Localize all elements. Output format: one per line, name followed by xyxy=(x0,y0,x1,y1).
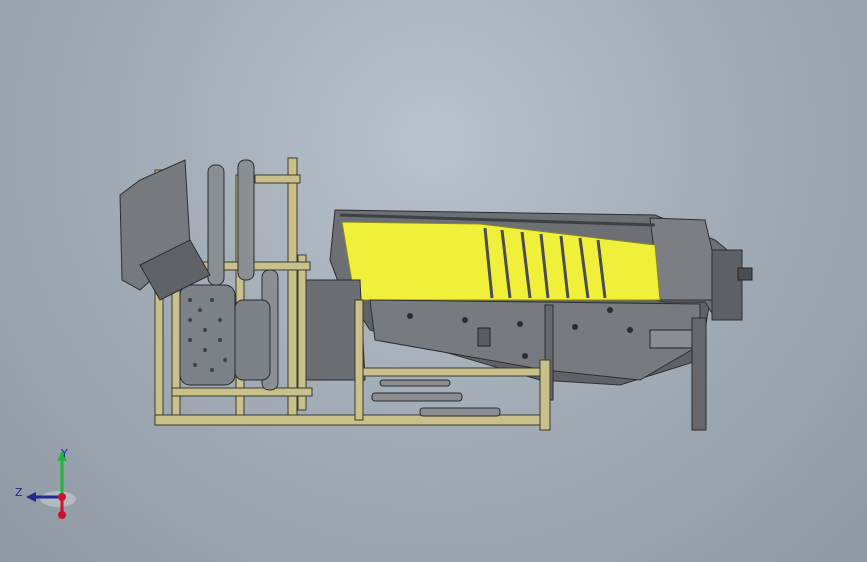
inspection-window xyxy=(477,327,491,347)
machine-3d-model[interactable] xyxy=(0,0,867,562)
right-leg-front xyxy=(691,317,707,431)
triad-z-label: Z xyxy=(15,486,23,499)
cylinders xyxy=(371,379,501,417)
triad-y-label: Y xyxy=(61,447,68,460)
orientation-triad xyxy=(26,451,76,519)
cad-graphics-viewport[interactable]: Y Z xyxy=(0,0,867,562)
motor-unit xyxy=(711,249,743,321)
drive-shaft xyxy=(737,267,753,281)
gearbox xyxy=(649,329,696,349)
